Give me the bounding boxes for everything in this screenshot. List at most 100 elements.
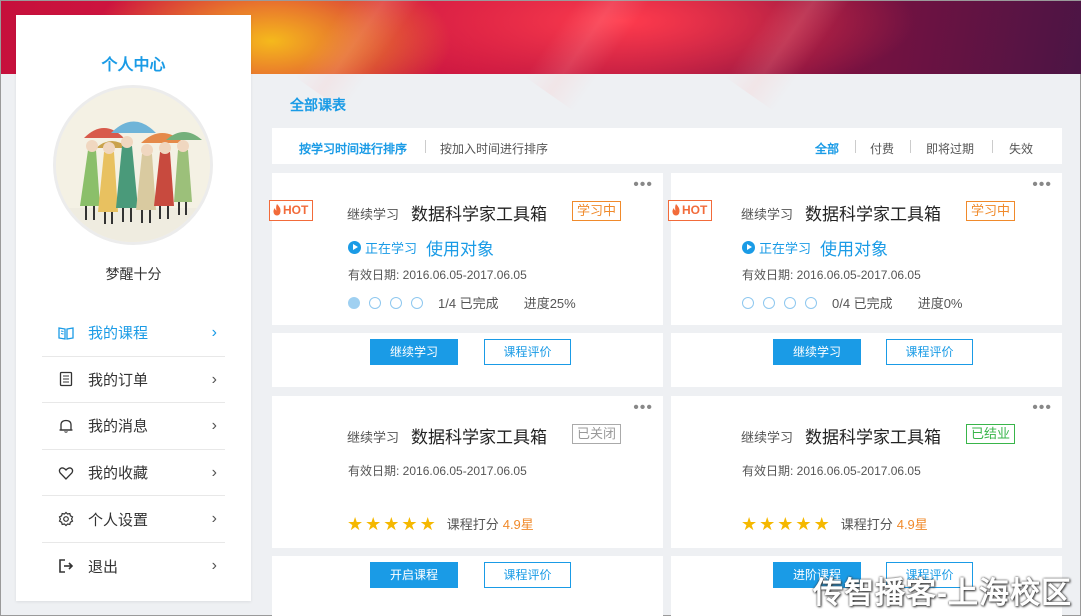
progress-dot xyxy=(784,296,796,309)
order-list-icon xyxy=(58,371,74,387)
star-icon: ★ xyxy=(759,513,776,534)
tab-paid[interactable]: 付费 xyxy=(870,140,894,157)
tab-all[interactable]: 全部 xyxy=(815,140,839,157)
target-audience-link[interactable]: 使用对象 xyxy=(820,235,888,260)
sort-by-join-time[interactable]: 按加入时间进行排序 xyxy=(440,140,548,157)
tab-expiring[interactable]: 即将过期 xyxy=(926,140,974,157)
sidebar-item-settings[interactable]: 个人设置 › xyxy=(42,496,225,543)
star-icon: ★ xyxy=(383,513,400,534)
course-name[interactable]: 数据科学家工具箱 xyxy=(805,200,941,225)
star-icon: ★ xyxy=(813,513,830,534)
star-icon: ★ xyxy=(347,513,364,534)
progress-dot xyxy=(805,296,817,309)
flame-icon xyxy=(273,204,281,216)
sidebar-item-my-favorites[interactable]: 我的收藏 › xyxy=(42,450,225,497)
divider xyxy=(855,140,856,153)
more-options-icon[interactable]: ••• xyxy=(1032,399,1052,417)
section-title: 全部课表 xyxy=(290,97,346,113)
status-badge: 已关闭 xyxy=(572,424,622,444)
validity-dates: 有效日期: 2016.06.05-2017.06.05 xyxy=(742,268,921,282)
chevron-right-icon: › xyxy=(211,370,217,388)
hot-label: HOT xyxy=(283,203,309,217)
continue-learning-link[interactable]: 继续学习 xyxy=(741,427,793,446)
book-icon xyxy=(58,325,74,341)
course-review-button[interactable]: 课程评价 xyxy=(886,339,973,365)
sidebar-item-my-messages[interactable]: 我的消息 › xyxy=(42,403,225,450)
continue-learning-button[interactable]: 继续学习 xyxy=(773,339,861,365)
sidebar-item-label: 个人设置 xyxy=(88,511,149,529)
sidebar-item-my-courses[interactable]: 我的课程 › xyxy=(42,310,225,357)
play-icon xyxy=(348,241,361,254)
learning-row: 正在学习 使用对象 xyxy=(742,235,888,260)
chevron-right-icon: › xyxy=(211,463,217,481)
avatar[interactable] xyxy=(53,85,213,245)
course-name[interactable]: 数据科学家工具箱 xyxy=(805,423,941,448)
more-options-icon[interactable]: ••• xyxy=(633,176,653,194)
continue-learning-button[interactable]: 继续学习 xyxy=(370,339,458,365)
continue-learning-link[interactable]: 继续学习 xyxy=(347,204,399,223)
chevron-right-icon: › xyxy=(211,510,217,528)
star-icon: ★ xyxy=(419,513,436,534)
validity-dates: 有效日期: 2016.06.05-2017.06.05 xyxy=(348,464,527,478)
learning-row: 正在学习 使用对象 xyxy=(348,235,494,260)
gear-icon xyxy=(58,511,74,527)
progress-ratio: 1/4 已完成 xyxy=(438,296,499,311)
rating-row: ★ ★ ★ ★ ★ 课程打分 4.9星 xyxy=(741,514,928,533)
sidebar-item-label: 我的课程 xyxy=(88,325,149,343)
learning-label: 正在学习 xyxy=(365,241,418,256)
divider xyxy=(910,140,911,153)
status-badge: 学习中 xyxy=(966,201,1016,221)
star-icon: ★ xyxy=(777,513,794,534)
sidebar-item-label: 我的收藏 xyxy=(88,465,149,483)
rating-score: 4.9星 xyxy=(502,517,534,532)
course-name[interactable]: 数据科学家工具箱 xyxy=(411,423,547,448)
divider xyxy=(425,140,426,153)
filter-bar: 按学习时间进行排序 按加入时间进行排序 全部 付费 即将过期 失效 xyxy=(272,128,1062,164)
sidebar-item-label: 退出 xyxy=(88,558,119,576)
star-icon: ★ xyxy=(741,513,758,534)
validity-dates: 有效日期: 2016.06.05-2017.06.05 xyxy=(742,464,921,478)
progress-row: 1/4 已完成 进度25% xyxy=(348,293,576,312)
chevron-right-icon: › xyxy=(211,324,217,341)
progress-dot xyxy=(369,296,381,309)
chevron-right-icon: › xyxy=(211,417,217,435)
rating-label: 课程打分 xyxy=(446,517,499,532)
more-options-icon[interactable]: ••• xyxy=(633,399,653,417)
star-icon: ★ xyxy=(401,513,418,534)
sort-by-study-time[interactable]: 按学习时间进行排序 xyxy=(299,140,407,157)
continue-learning-link[interactable]: 继续学习 xyxy=(741,204,793,223)
rating-row: ★ ★ ★ ★ ★ 课程打分 4.9星 xyxy=(347,514,534,533)
course-review-button[interactable]: 课程评价 xyxy=(484,339,571,365)
open-course-button[interactable]: 开启课程 xyxy=(370,562,458,588)
course-card: ••• HOT 继续学习 数据科学家工具箱 学习中 正在学习 使用对象 有效日期… xyxy=(269,173,663,387)
sidebar-item-logout[interactable]: 退出 › xyxy=(42,543,225,590)
hot-badge: HOT xyxy=(269,200,314,221)
learning-label: 正在学习 xyxy=(759,241,812,256)
flame-icon xyxy=(672,204,680,216)
progress-dot xyxy=(742,296,754,309)
bell-icon xyxy=(58,418,74,434)
course-name[interactable]: 数据科学家工具箱 xyxy=(411,200,547,225)
sidebar-item-my-orders[interactable]: 我的订单 › xyxy=(42,357,225,404)
continue-learning-link[interactable]: 继续学习 xyxy=(347,427,399,446)
rating-score: 4.9星 xyxy=(896,517,928,532)
progress-dot xyxy=(348,296,360,309)
progress-row: 0/4 已完成 进度0% xyxy=(742,293,962,312)
progress-ratio: 0/4 已完成 xyxy=(832,296,893,311)
target-audience-link[interactable]: 使用对象 xyxy=(426,235,494,260)
progress-dot xyxy=(411,296,423,309)
play-icon xyxy=(742,241,755,254)
tab-expired[interactable]: 失效 xyxy=(1009,140,1033,157)
rating-label: 课程打分 xyxy=(840,517,893,532)
course-card: ••• HOT 继续学习 数据科学家工具箱 学习中 正在学习 使用对象 有效日期… xyxy=(668,173,1062,387)
more-options-icon[interactable]: ••• xyxy=(1032,176,1052,194)
status-badge: 学习中 xyxy=(572,201,622,221)
validity-dates: 有效日期: 2016.06.05-2017.06.05 xyxy=(348,268,527,282)
course-review-button[interactable]: 课程评价 xyxy=(484,562,571,588)
watermark: 传智播客-上海校区 xyxy=(813,577,1072,610)
progress-dot xyxy=(763,296,775,309)
logout-icon xyxy=(58,558,74,574)
sidebar-item-label: 我的订单 xyxy=(88,371,149,389)
username: 梦醒十分 xyxy=(105,266,162,282)
sidebar-item-label: 我的消息 xyxy=(88,418,149,436)
